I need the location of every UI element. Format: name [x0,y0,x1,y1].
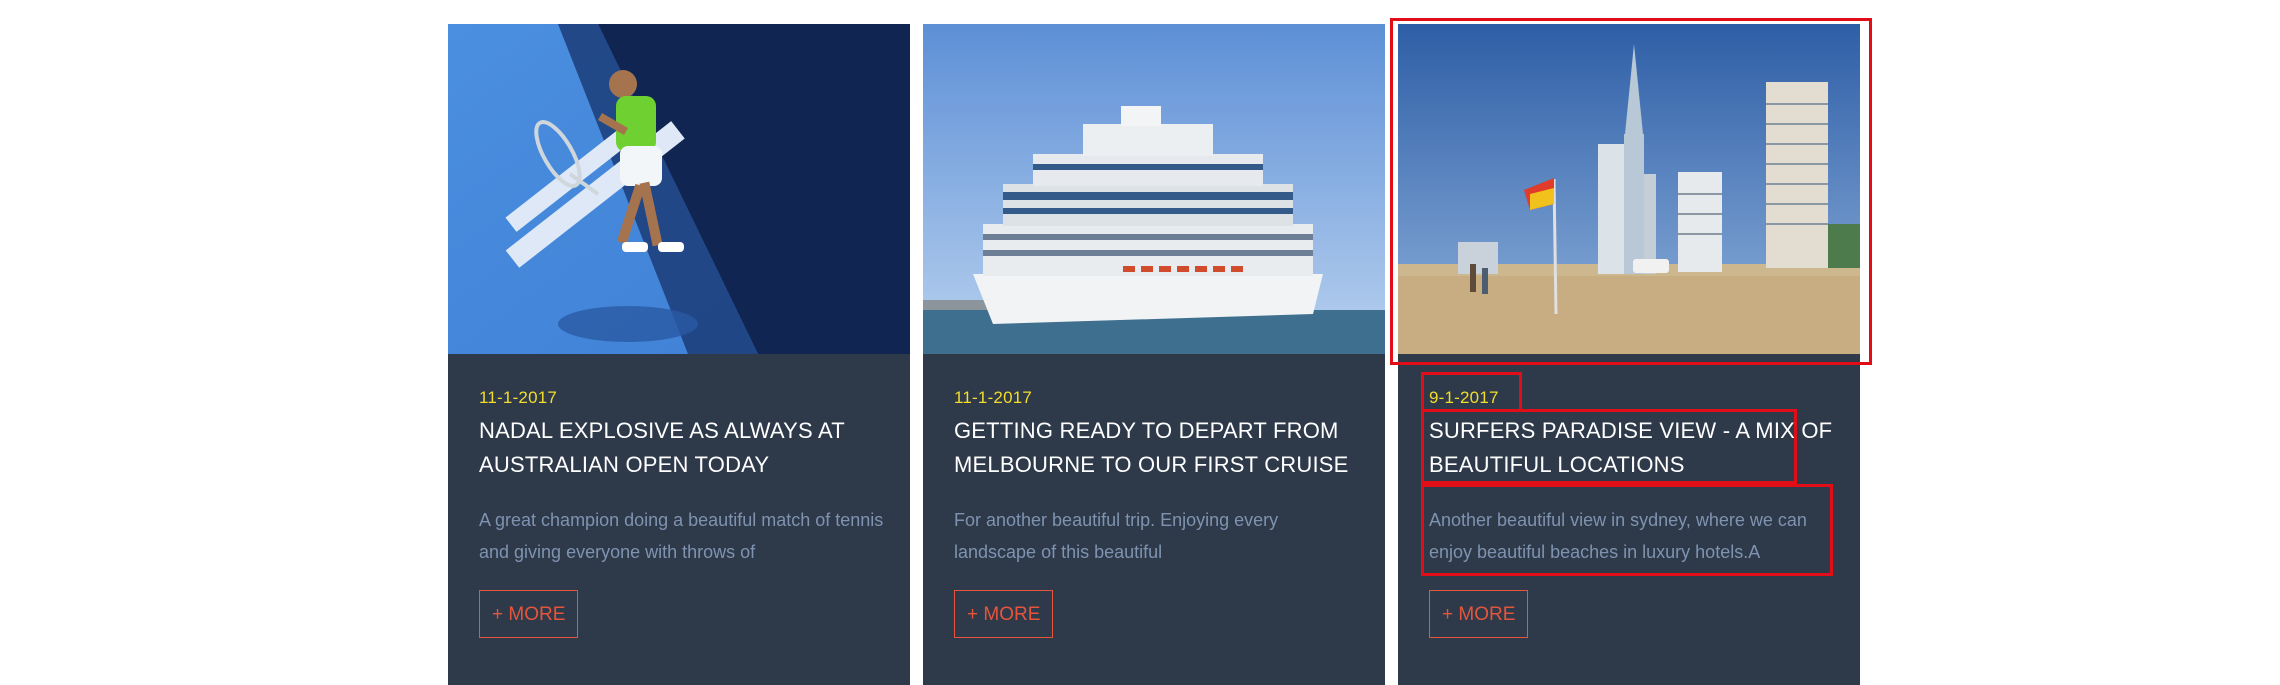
post-title[interactable]: SURFERS PARADISE VIEW - A MIX OF BEAUTIF… [1429,414,1841,482]
post-excerpt: A great champion doing a beautiful match… [479,510,884,562]
blog-card-nadal: 11-1-2017 NADAL EXPLOSIVE AS ALWAYS AT A… [448,24,910,685]
post-date: 11-1-2017 [479,388,558,407]
more-button[interactable]: + MORE [954,590,1054,638]
post-excerpt: For another beautiful trip. Enjoying eve… [954,510,1279,562]
tennis-player-image[interactable] [448,24,910,354]
more-button[interactable]: + MORE [1429,590,1529,638]
blog-card-surfers-paradise: 9-1-2017 SURFERS PARADISE VIEW - A MIX O… [1398,24,1860,685]
cruise-ship-image[interactable] [923,24,1385,354]
blog-card-cruise: 11-1-2017 GETTING READY TO DEPART FROM M… [923,24,1385,685]
more-button[interactable]: + MORE [479,590,579,638]
post-excerpt: Another beautiful view in sydney, where … [1429,510,1807,562]
beach-skyline-image[interactable] [1398,24,1860,354]
blog-card-grid: 11-1-2017 NADAL EXPLOSIVE AS ALWAYS AT A… [0,0,2280,685]
post-date: 11-1-2017 [954,388,1033,407]
post-date: 9-1-2017 [1429,388,1499,407]
post-title[interactable]: GETTING READY TO DEPART FROM MELBOURNE T… [954,414,1366,482]
post-title[interactable]: NADAL EXPLOSIVE AS ALWAYS AT AUSTRALIAN … [479,414,891,482]
